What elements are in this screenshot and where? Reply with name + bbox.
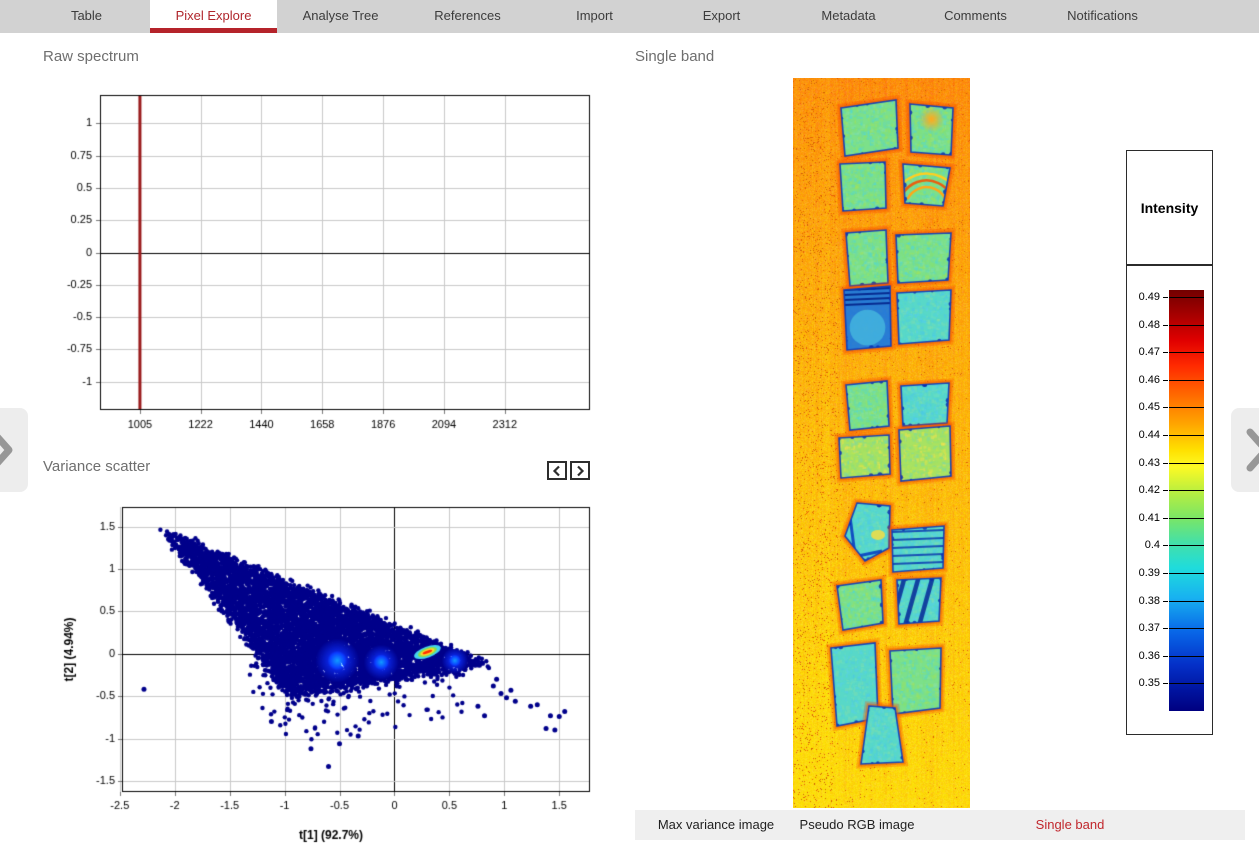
legend-tick-label: 0.38 [1127,595,1160,607]
legend-tick-line [1169,407,1204,408]
legend-tick-label: 0.41 [1127,512,1160,524]
legend-tick-mark [1163,518,1168,519]
legend-tick-line [1169,518,1204,519]
legend-tick-label: 0.35 [1127,677,1160,689]
legend-tick-label: 0.43 [1127,457,1160,469]
scatter-next-button[interactable] [570,461,590,480]
legend-tick-line [1169,297,1204,298]
scatter-prev-button[interactable] [547,461,567,480]
tab-references[interactable]: References [404,0,531,33]
colorbar-gradient [1169,290,1204,711]
legend-tick-mark [1163,407,1168,408]
tab-metadata[interactable]: Metadata [785,0,912,33]
single-band-title: Single band [635,48,714,65]
variance-scatter-title: Variance scatter [43,458,150,475]
legend-tick-label: 0.4 [1127,539,1160,551]
legend-tick-line [1169,490,1204,491]
tab-export[interactable]: Export [658,0,785,33]
legend-tick-label: 0.39 [1127,567,1160,579]
intensity-colorbar: 0.49 0.48 0.47 0.46 0.45 0.44 0.43 0.42 0.41 0.4 0… [1126,265,1213,735]
legend-tick-mark [1163,683,1168,684]
chevron-right-icon [574,465,586,477]
legend-tick-line [1169,656,1204,657]
chevron-right-icon [1245,428,1259,472]
legend-tick-mark [1163,573,1168,574]
legend-tick-label: 0.45 [1127,401,1160,413]
legend-tick-line [1169,463,1204,464]
legend-title: Intensity [1141,200,1199,216]
legend-tick-mark [1163,352,1168,353]
legend-tick-mark [1163,463,1168,464]
image-mode-tabbar: Max variance image Pseudo RGB image Sing… [635,810,1245,840]
tab-notifications[interactable]: Notifications [1039,0,1166,33]
tab-pixel-explore[interactable]: Pixel Explore [150,0,277,33]
page-right-arrow-button[interactable] [1231,408,1259,492]
legend-tick-label: 0.42 [1127,484,1160,496]
legend-tick-mark [1163,628,1168,629]
top-nav: Table Pixel Explore Analyse Tree Referen… [0,0,1259,33]
legend-tick-mark [1163,325,1168,326]
tab-import[interactable]: Import [531,0,658,33]
page-left-arrow-button[interactable] [0,408,28,492]
legend-tick-label: 0.49 [1127,291,1160,303]
chevron-left-icon [551,465,563,477]
legend-tick-mark [1163,601,1168,602]
legend-tick-line [1169,352,1204,353]
legend-tick-label: 0.46 [1127,374,1160,386]
legend-title-box: Intensity [1126,150,1213,265]
tab-single-band[interactable]: Single band [1036,810,1105,840]
tab-pseudo-rgb-image[interactable]: Pseudo RGB image [800,810,915,840]
legend-tick-line [1169,683,1204,684]
legend-tick-line [1169,573,1204,574]
tab-analyse-tree[interactable]: Analyse Tree [277,0,404,33]
legend-tick-label: 0.36 [1127,650,1160,662]
tab-comments[interactable]: Comments [912,0,1039,33]
legend-tick-line [1169,435,1204,436]
legend-tick-label: 0.48 [1127,319,1160,331]
legend-tick-label: 0.47 [1127,346,1160,358]
legend-tick-line [1169,628,1204,629]
legend-tick-line [1169,601,1204,602]
legend-tick-mark [1163,297,1168,298]
tab-max-variance-image[interactable]: Max variance image [658,810,774,840]
legend-tick-mark [1163,545,1168,546]
legend-tick-mark [1163,490,1168,491]
single-band-image[interactable] [793,78,970,808]
legend-tick-mark [1163,435,1168,436]
raw-spectrum-chart[interactable] [55,88,605,438]
legend-tick-label: 0.37 [1127,622,1160,634]
legend-tick-line [1169,325,1204,326]
variance-scatter-chart[interactable] [35,498,615,855]
raw-spectrum-title: Raw spectrum [43,48,139,65]
legend-tick-mark [1163,380,1168,381]
legend-tick-label: 0.44 [1127,429,1160,441]
tab-table[interactable]: Table [23,0,150,33]
legend-tick-line [1169,545,1204,546]
legend-tick-mark [1163,656,1168,657]
chevron-right-icon [0,428,14,472]
legend-tick-line [1169,380,1204,381]
